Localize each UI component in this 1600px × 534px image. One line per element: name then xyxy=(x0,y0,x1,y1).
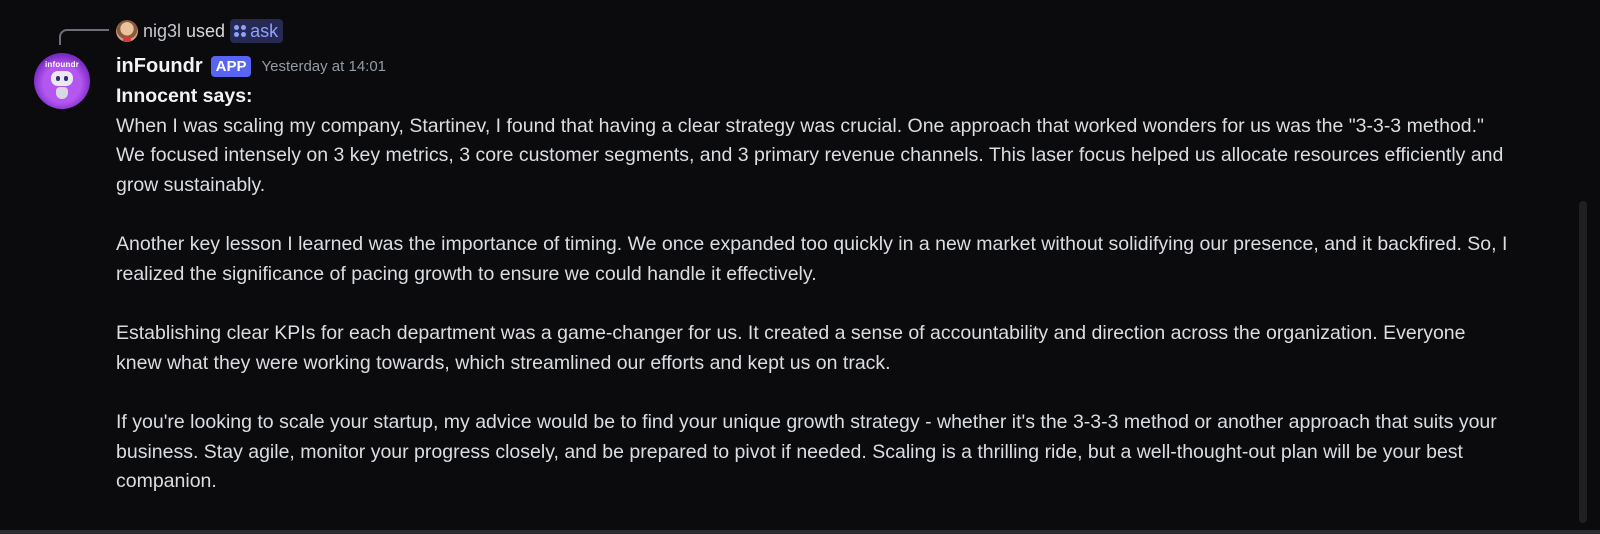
robot-icon xyxy=(51,71,73,86)
divider xyxy=(0,530,1600,534)
app-badge: APP xyxy=(210,55,252,77)
message-heading: Innocent says: xyxy=(116,85,253,107)
chat-window: nig3l used ask infoundr inFoundr APP Yes… xyxy=(0,0,1600,534)
robot-body-icon xyxy=(56,87,68,99)
message-content: Innocent says: When I was scaling my com… xyxy=(116,82,1516,497)
avatar-logo-text: infoundr xyxy=(44,60,80,69)
slash-command-chip[interactable]: ask xyxy=(230,19,284,43)
bot-avatar[interactable]: infoundr xyxy=(34,53,90,109)
message-paragraph: When I was scaling my company, Startinev… xyxy=(116,114,1504,196)
message-paragraph: Establishing clear KPIs for each departm… xyxy=(116,322,1466,374)
message-paragraph: If you're looking to scale your startup,… xyxy=(116,411,1497,492)
scrollbar-thumb[interactable] xyxy=(1579,201,1587,523)
slash-command-label: ask xyxy=(250,20,279,41)
reply-context[interactable]: nig3l used ask xyxy=(116,18,284,44)
slash-command-icon xyxy=(234,25,247,37)
message-timestamp[interactable]: Yesterday at 14:01 xyxy=(261,58,386,75)
replied-user-avatar[interactable] xyxy=(116,20,138,42)
author-name[interactable]: inFoundr xyxy=(116,55,203,78)
replied-username[interactable]: nig3l xyxy=(143,21,181,42)
reply-connector xyxy=(59,29,109,45)
message-paragraph: Another key lesson I learned was the imp… xyxy=(116,233,1508,285)
reply-action-text: used xyxy=(186,20,226,41)
message-header: inFoundr APP Yesterday at 14:01 xyxy=(116,53,386,79)
